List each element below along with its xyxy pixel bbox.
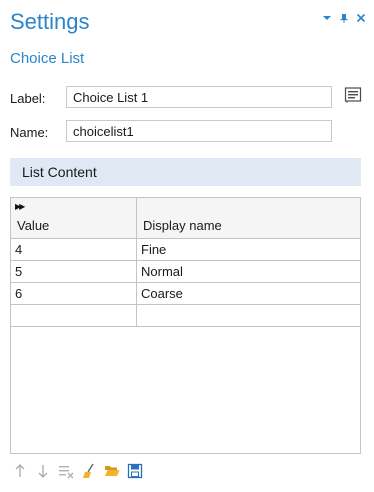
label-settings-icon[interactable] bbox=[344, 86, 362, 104]
value-cell[interactable]: 6 bbox=[11, 282, 137, 305]
label-field[interactable]: Choice List 1 bbox=[66, 86, 332, 108]
panel-subtitle: Choice List bbox=[10, 50, 85, 67]
display-name-cell[interactable]: Coarse bbox=[136, 282, 360, 305]
table-row[interactable]: 5 Normal bbox=[11, 260, 360, 283]
expand-columns-icon[interactable]: ▶▶ bbox=[15, 202, 25, 211]
display-name-header-label: Display name bbox=[143, 218, 222, 233]
chevron-down-icon[interactable] bbox=[322, 13, 332, 23]
display-name-cell[interactable] bbox=[136, 304, 360, 327]
pin-icon[interactable] bbox=[339, 13, 349, 23]
window-controls bbox=[322, 13, 366, 23]
list-content-table: ▶▶ Value Display name 4 Fine 5 Normal 6 … bbox=[10, 197, 361, 454]
table-row[interactable] bbox=[11, 304, 360, 327]
label-field-caption: Label: bbox=[10, 91, 46, 106]
panel-title: Settings bbox=[10, 9, 90, 34]
move-up-icon[interactable] bbox=[12, 463, 28, 479]
close-icon[interactable] bbox=[356, 13, 366, 23]
table-row[interactable]: 4 Fine bbox=[11, 238, 360, 261]
value-cell[interactable]: 4 bbox=[11, 238, 137, 261]
name-field-caption: Name: bbox=[10, 125, 49, 140]
table-row[interactable]: 6 Coarse bbox=[11, 282, 360, 305]
value-column-header[interactable]: ▶▶ Value bbox=[11, 198, 137, 239]
value-cell[interactable]: 5 bbox=[11, 260, 137, 283]
list-content-section-header[interactable]: List Content bbox=[10, 158, 361, 186]
value-cell[interactable] bbox=[11, 304, 137, 327]
load-from-file-icon[interactable] bbox=[104, 463, 120, 479]
table-toolbar bbox=[12, 463, 143, 479]
display-name-cell[interactable]: Normal bbox=[136, 260, 360, 283]
name-field[interactable]: choicelist1 bbox=[66, 120, 332, 142]
clear-table-icon[interactable] bbox=[81, 463, 97, 479]
delete-icon[interactable] bbox=[58, 463, 74, 479]
display-name-cell[interactable]: Fine bbox=[136, 238, 360, 261]
value-header-label: Value bbox=[17, 218, 50, 233]
display-name-column-header[interactable]: Display name bbox=[136, 198, 360, 239]
move-down-icon[interactable] bbox=[35, 463, 51, 479]
save-to-file-icon[interactable] bbox=[127, 463, 143, 479]
